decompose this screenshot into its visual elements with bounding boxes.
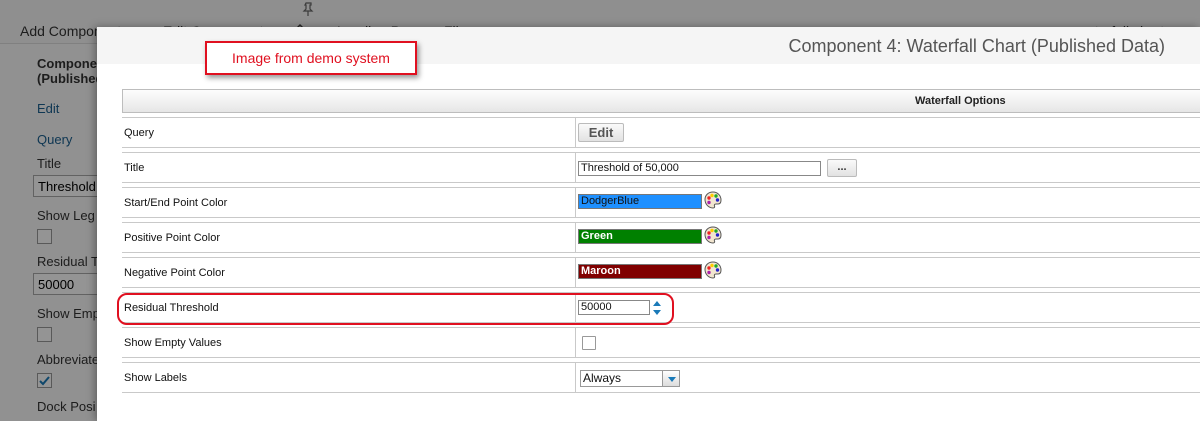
negative-color-field[interactable]: Maroon [578,264,702,279]
start-end-color-field[interactable]: DodgerBlue [578,194,702,209]
palette-icon[interactable] [704,191,722,209]
residual-highlight-outline [117,293,674,325]
show-empty-values-checkbox[interactable] [582,336,596,350]
query-edit-button[interactable]: Edit [578,123,624,142]
start-end-color-label: Start/End Point Color [124,197,228,209]
dialog-title: Component 4: Waterfall Chart (Published … [788,36,1165,56]
negative-color-label: Negative Point Color [124,267,225,279]
section-header: Waterfall Options [122,89,1200,113]
show-labels-select[interactable]: Always [580,370,680,387]
dropdown-arrow-icon[interactable] [662,370,680,387]
show-labels-value: Always [583,371,622,385]
row-negative-color: Negative Point Color Maroon [122,257,1200,288]
palette-icon[interactable] [704,261,722,279]
row-show-empty-values: Show Empty Values [122,327,1200,358]
row-title: Title Threshold of 50,000 ... [122,152,1200,183]
component-dialog: Component 4: Waterfall Chart (Published … [97,27,1200,421]
positive-color-label: Positive Point Color [124,232,220,244]
demo-callout: Image from demo system [205,41,417,75]
row-positive-color: Positive Point Color Green [122,222,1200,253]
title-label: Title [124,162,145,174]
title-input[interactable]: Threshold of 50,000 [578,161,821,176]
waterfall-options-table: Waterfall Options Query Edit Title Thres… [122,89,1200,393]
show-labels-label: Show Labels [124,372,187,384]
positive-color-field[interactable]: Green [578,229,702,244]
query-label: Query [124,127,154,139]
show-empty-values-label: Show Empty Values [124,337,222,349]
row-show-labels: Show Labels Always [122,362,1200,393]
section-header-label: Waterfall Options [915,95,1006,107]
row-start-end-color: Start/End Point Color DodgerBlue [122,187,1200,218]
palette-icon[interactable] [704,226,722,244]
row-query: Query Edit [122,117,1200,148]
title-more-button[interactable]: ... [827,159,857,177]
